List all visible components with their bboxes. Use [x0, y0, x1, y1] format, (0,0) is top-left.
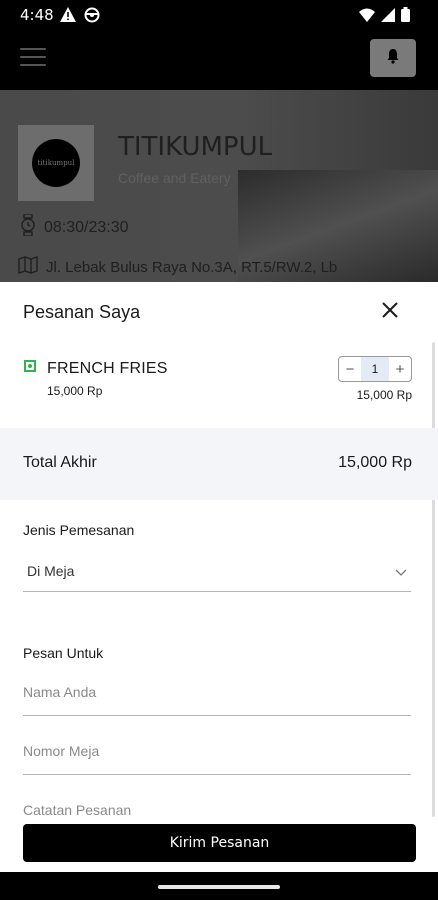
- status-bar: 4:48: [0, 0, 438, 30]
- item-name: FRENCH FRIES: [47, 360, 168, 377]
- veg-indicator-icon: [24, 360, 36, 372]
- table-number-field: [23, 731, 411, 775]
- signal-icon: [381, 7, 395, 27]
- store-name: TITIKUMPUL: [118, 132, 273, 162]
- navigation-bar: [0, 872, 438, 900]
- total-value: 15,000 Rp: [338, 454, 412, 471]
- store-logo: titikumpul: [18, 125, 94, 201]
- order-type-select[interactable]: Di Meja: [23, 550, 411, 592]
- order-type-label: Jenis Pemesanan: [23, 522, 135, 538]
- sheet-title: Pesanan Saya: [23, 302, 141, 322]
- table-number-input[interactable]: [23, 743, 411, 759]
- store-header: titikumpul TITIKUMPUL Coffee and Eatery …: [0, 90, 438, 282]
- map-icon: [18, 256, 38, 278]
- store-address-text: Jl. Lebak Bulus Raya No.3A, RT.5/RW.2, L…: [46, 258, 338, 276]
- quantity-stepper: − 1 +: [338, 356, 412, 382]
- quantity-value: 1: [361, 357, 389, 381]
- wifi-icon: [359, 8, 375, 27]
- store-hours: 08:30/23:30: [20, 213, 129, 241]
- store-address: Jl. Lebak Bulus Raya No.3A, RT.5/RW.2, L…: [18, 256, 337, 278]
- watch-icon: [20, 213, 36, 241]
- app-bar: [0, 30, 438, 90]
- name-input[interactable]: [23, 684, 411, 700]
- order-sheet: Pesanan Saya FRENCH FRIES 15,000 Rp − 1 …: [0, 282, 438, 872]
- close-icon[interactable]: [380, 300, 400, 320]
- notes-input[interactable]: [23, 802, 411, 818]
- warning-icon: [60, 7, 76, 28]
- item-price: 15,000 Rp: [47, 384, 103, 398]
- menu-icon[interactable]: [20, 48, 46, 70]
- submit-order-button[interactable]: Kirim Pesanan: [23, 824, 416, 862]
- steering-wheel-icon: [84, 7, 100, 28]
- total-row: Total Akhir 15,000 Rp: [0, 428, 438, 500]
- store-hours-text: 08:30/23:30: [44, 218, 129, 236]
- order-for-label: Pesan Untuk: [23, 645, 104, 661]
- battery-icon: [401, 7, 410, 27]
- home-indicator[interactable]: [158, 885, 280, 889]
- store-logo-mark: titikumpul: [32, 139, 80, 187]
- order-item: FRENCH FRIES 15,000 Rp − 1 + 15,000 Rp: [0, 354, 438, 414]
- order-type-value: Di Meja: [27, 563, 75, 579]
- chevron-down-icon: [395, 564, 407, 582]
- item-subtotal: 15,000 Rp: [356, 388, 412, 402]
- name-field: [23, 672, 411, 716]
- increment-button[interactable]: +: [389, 357, 411, 381]
- decrement-button[interactable]: −: [339, 357, 361, 381]
- total-label: Total Akhir: [23, 454, 97, 471]
- bell-icon: [385, 48, 401, 69]
- store-tagline: Coffee and Eatery: [118, 170, 231, 186]
- notification-button[interactable]: [370, 39, 416, 77]
- status-time: 4:48: [20, 6, 54, 24]
